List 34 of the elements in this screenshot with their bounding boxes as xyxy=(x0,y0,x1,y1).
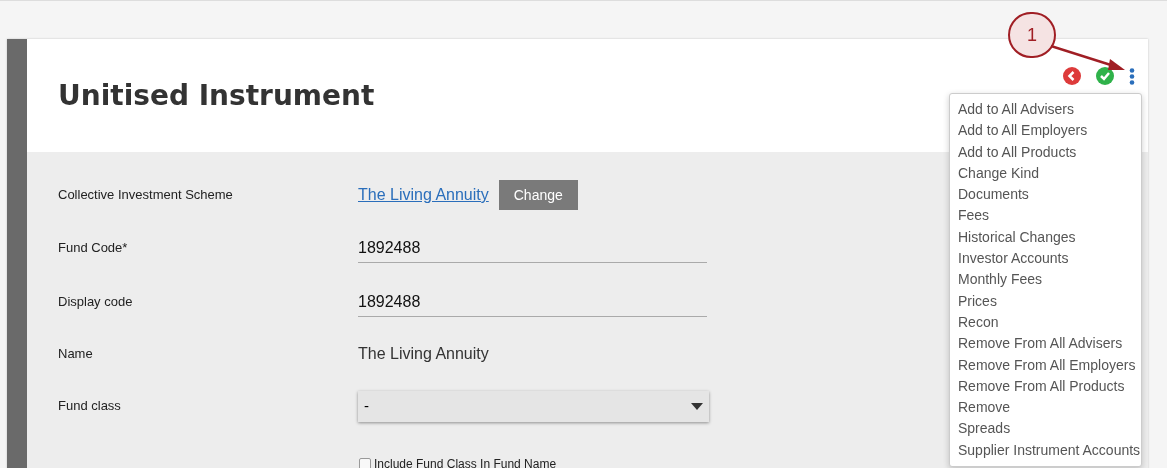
caret-icon xyxy=(691,402,703,410)
menu-item[interactable]: Add to All Advisers xyxy=(950,99,1141,121)
text-input[interactable]: 1892488 xyxy=(358,287,707,317)
menu-item[interactable]: Documents xyxy=(950,184,1141,206)
menu-item[interactable]: Remove From All Advisers xyxy=(950,333,1141,355)
fund-class-checkbox[interactable]: Include Fund Class In Fund Name xyxy=(359,455,557,468)
menu-item[interactable]: Remove From All Products xyxy=(950,375,1141,398)
scheme-link[interactable]: The Living Annuity xyxy=(358,183,489,207)
name-value: The Living Annuity xyxy=(358,344,489,364)
field-label: Collective Investment Scheme xyxy=(58,186,234,205)
check-icon[interactable] xyxy=(1096,67,1114,85)
text-input[interactable]: 1892488 xyxy=(358,233,707,263)
menu-item[interactable]: Change Kind xyxy=(950,162,1141,185)
page-title: Unitised Instrument xyxy=(58,77,375,114)
menu-item[interactable]: Prices xyxy=(950,290,1141,312)
menu-item[interactable]: Monthly Fees xyxy=(950,269,1141,291)
menu-item[interactable]: Supplier Instrument Accounts xyxy=(950,439,1141,462)
field-label: Fund class xyxy=(58,397,122,416)
menu-item[interactable]: Investor Accounts xyxy=(950,248,1141,270)
menu-item[interactable]: Fees xyxy=(950,205,1141,227)
menu-item[interactable]: Historical Changes xyxy=(950,226,1141,249)
menu-item[interactable]: Remove xyxy=(950,397,1141,419)
field-label: Name xyxy=(58,345,94,364)
menu-item[interactable]: Add to All Employers xyxy=(950,120,1141,142)
field-label: Fund Code* xyxy=(58,239,129,258)
back-icon[interactable] xyxy=(1063,67,1081,85)
menu-item[interactable]: Remove From All Employers xyxy=(950,354,1141,376)
more-icon[interactable] xyxy=(1129,68,1135,85)
change-button[interactable]: Change xyxy=(498,180,578,210)
menu-item[interactable]: Spreads xyxy=(950,418,1141,440)
field-label: Display code xyxy=(58,293,134,312)
menu-item[interactable]: Recon xyxy=(950,311,1141,334)
fund-class-select[interactable]: - xyxy=(358,390,709,422)
menu-item[interactable]: Add to All Products xyxy=(950,141,1141,163)
